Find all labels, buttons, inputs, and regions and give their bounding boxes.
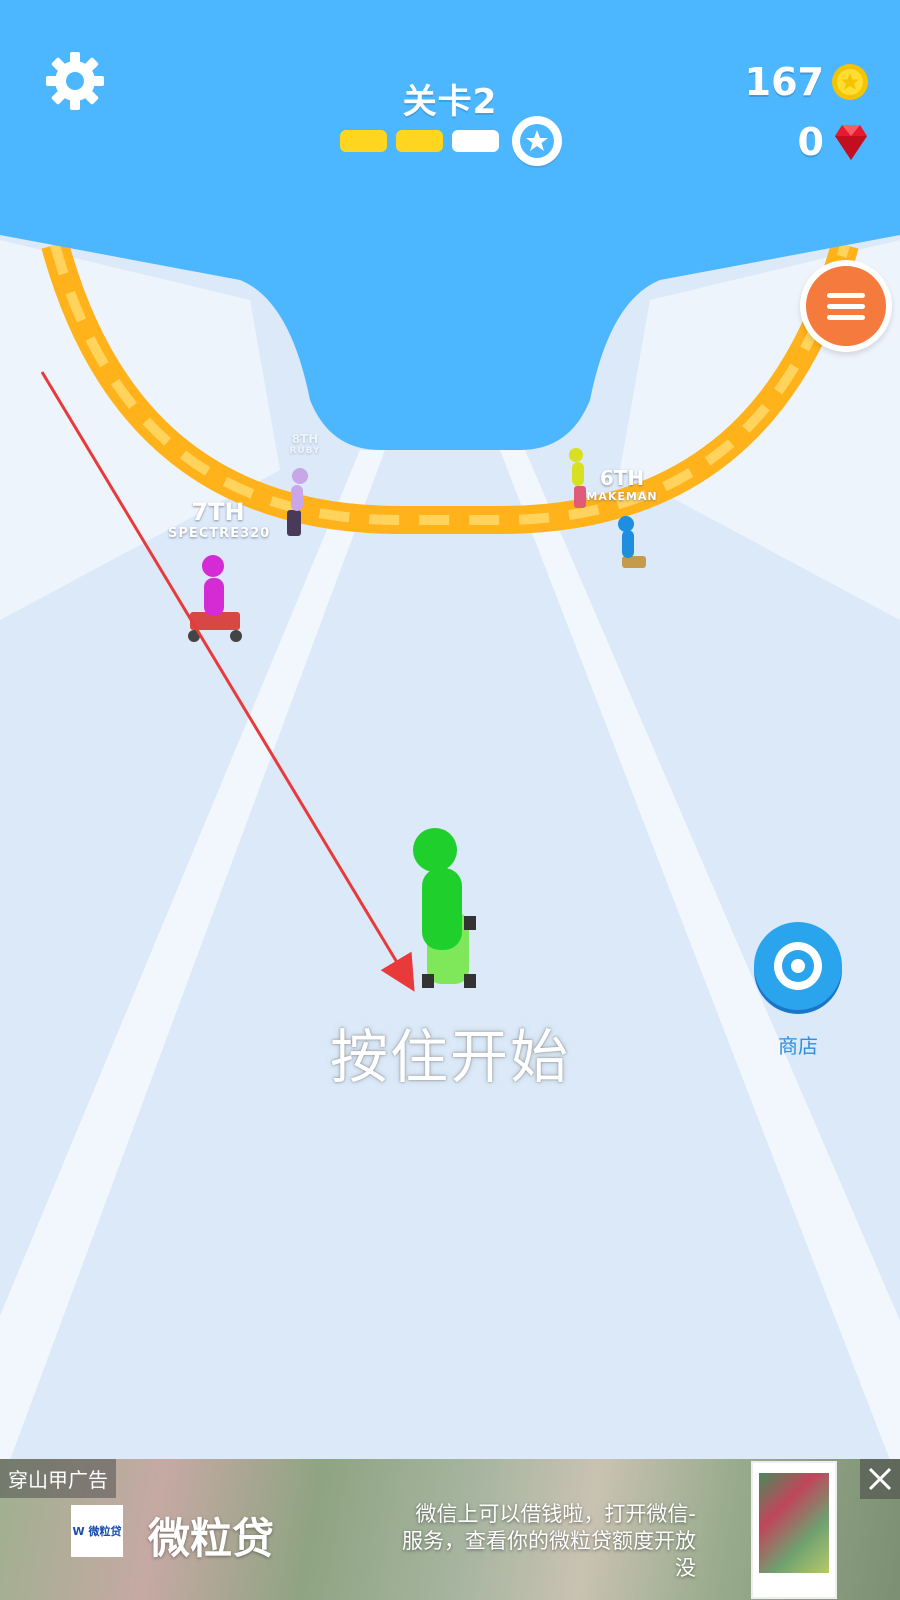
gem-count: 0	[797, 120, 824, 164]
ad-brand: 微粒贷	[148, 1514, 275, 1563]
level-progress	[340, 116, 570, 168]
ad-tag: 穿山甲广告	[0, 1459, 116, 1498]
coin-count: 167	[744, 60, 824, 104]
menu-icon	[827, 292, 865, 298]
progress-segment	[396, 130, 443, 152]
menu-icon	[827, 314, 865, 320]
gem-counter: 0	[798, 120, 870, 164]
progress-segment	[340, 130, 387, 152]
hold-to-start-prompt: 按住开始	[329, 1023, 570, 1091]
racer-rank: 6TH	[599, 466, 645, 490]
racer-name: SPECTRE320	[168, 526, 271, 541]
coin-counter: 167	[745, 60, 870, 104]
menu-button[interactable]	[800, 260, 892, 352]
racer-label-makeman: 6TH MAKEMAN	[582, 466, 662, 503]
racer-rank: 8TH	[291, 432, 319, 446]
racer-label-ruby: 8TH RUBY	[280, 432, 330, 456]
coin-icon	[832, 64, 868, 100]
racer-name: MAKEMAN	[586, 490, 658, 503]
racer-name: RUBY	[289, 446, 321, 456]
menu-icon	[827, 303, 865, 309]
ad-logo: W 微粒贷	[71, 1505, 123, 1557]
ad-description: 微信上可以借钱啦，打开微信-服务，查看你的微粒贷额度开放没	[402, 1502, 696, 1580]
close-icon	[868, 1467, 892, 1491]
racer-rank: 7TH	[191, 498, 245, 526]
progress-goal	[512, 116, 562, 166]
progress-segment	[452, 130, 499, 152]
gem-icon	[835, 125, 867, 160]
close-ad-button[interactable]	[860, 1459, 900, 1499]
tire-icon	[754, 922, 842, 1014]
ad-thumbnail	[751, 1461, 837, 1599]
racer-label-spectre: 7TH SPECTRE320	[168, 498, 271, 541]
ad-banner[interactable]: 穿山甲广告 W 微粒贷 微粒贷 微信上可以借钱啦，打开微信-服务，查看你的微粒贷…	[0, 1459, 900, 1600]
star-icon	[520, 124, 554, 158]
game-scene[interactable]	[0, 0, 900, 1600]
